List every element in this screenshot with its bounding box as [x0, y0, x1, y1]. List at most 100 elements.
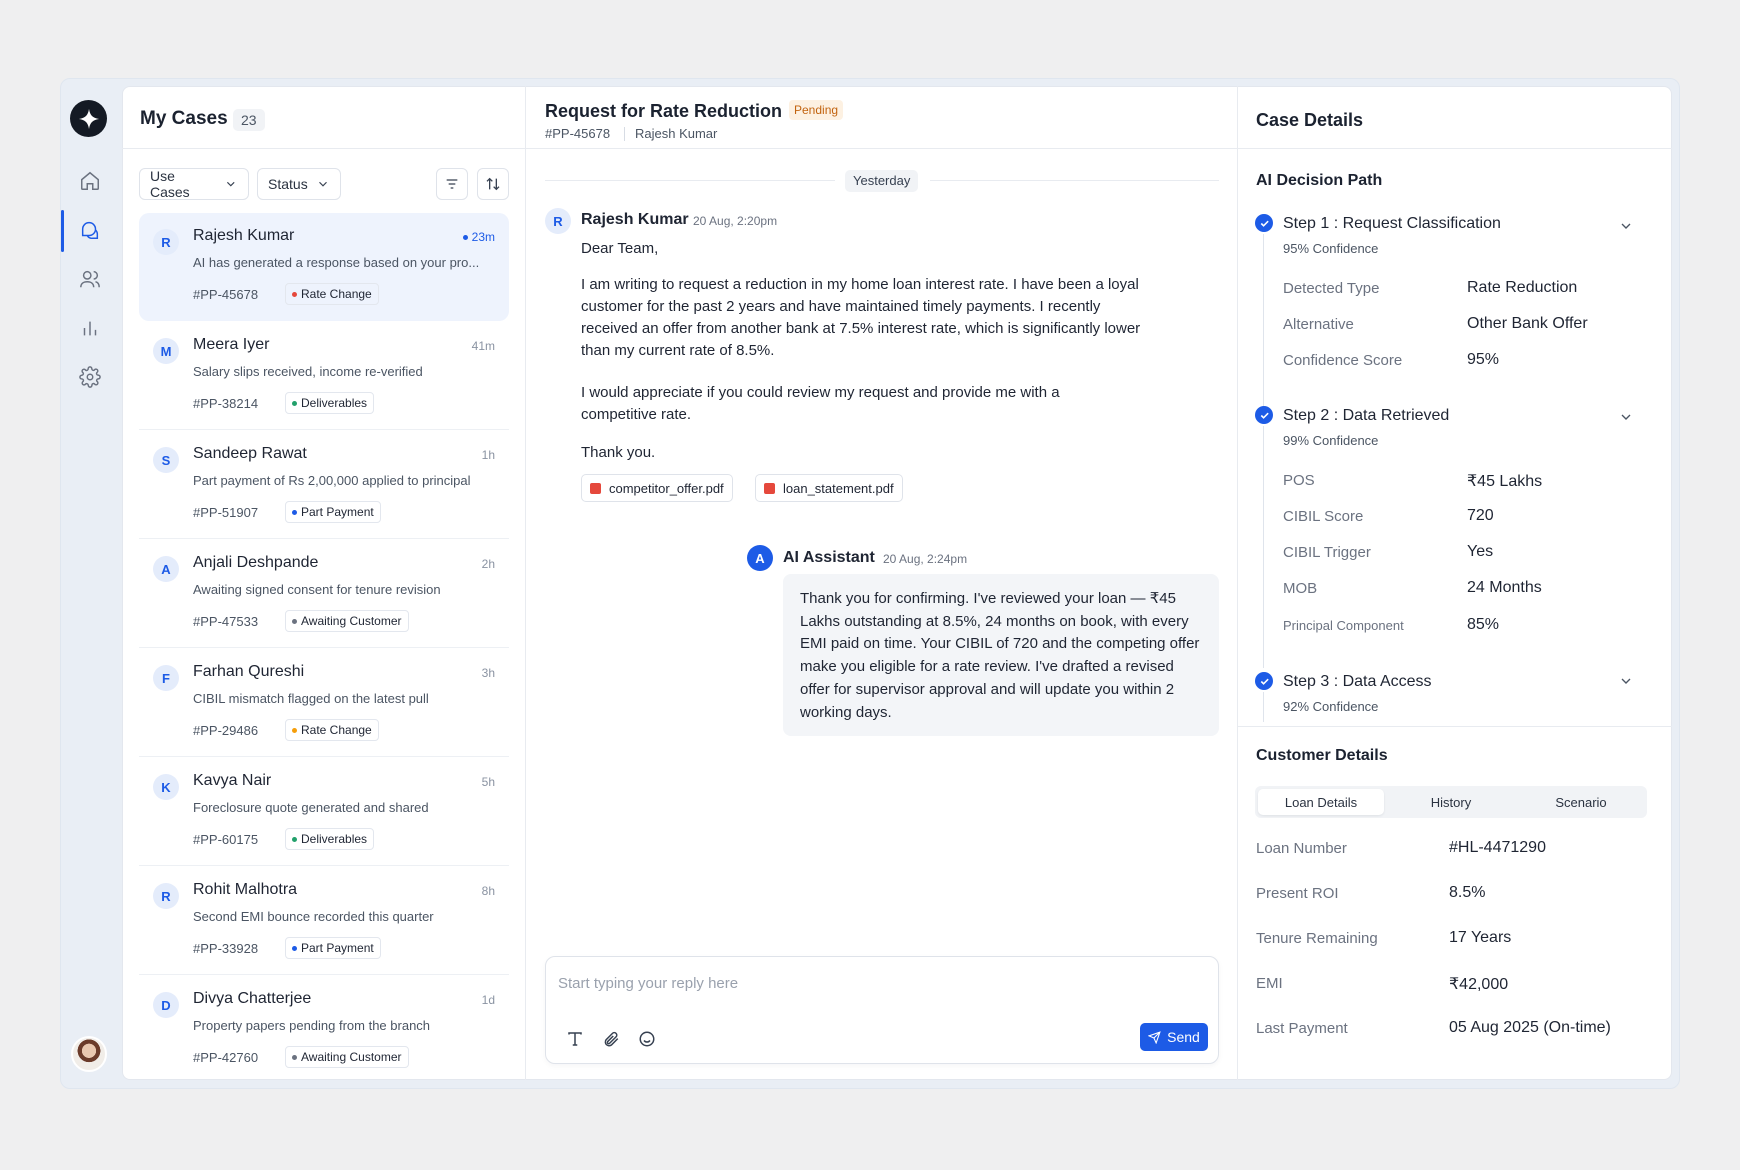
user-avatar[interactable] [71, 1036, 107, 1072]
send-label: Send [1167, 1029, 1200, 1045]
detail-key: Alternative [1283, 316, 1354, 333]
sort-icon [486, 177, 500, 191]
case-tag-label: Part Payment [301, 941, 374, 955]
home-icon [81, 171, 99, 190]
case-description: Second EMI bounce recorded this quarter [193, 909, 434, 924]
step-title[interactable]: Step 1 : Request Classification [1283, 215, 1501, 233]
case-details-title: Case Details [1256, 110, 1364, 130]
case-time: 41m [471, 339, 495, 353]
status-dropdown[interactable]: Status [257, 168, 341, 200]
case-item[interactable]: R Rajesh Kumar 23m AI has generated a re… [139, 213, 509, 321]
case-avatar: R [153, 883, 179, 909]
customer-tabs: Loan Details History Scenario [1255, 786, 1647, 818]
message-sender: AI Assistant [783, 549, 875, 566]
reply-composer: Send [545, 956, 1219, 1064]
case-id: #PP-45678 [193, 287, 259, 302]
check-icon [1260, 678, 1269, 685]
case-description: Awaiting signed consent for tenure revis… [193, 582, 441, 597]
customer-value: 8.5% [1449, 884, 1486, 901]
customer-key: Tenure Remaining [1256, 930, 1378, 947]
chevron-down-icon [227, 181, 236, 187]
use-cases-label: Use Cases [150, 168, 190, 200]
case-item[interactable]: F Farhan Qureshi 3h CIBIL mismatch flagg… [139, 649, 509, 757]
tag-dot [292, 1054, 297, 1060]
reply-input[interactable] [558, 971, 1198, 995]
case-item[interactable]: D Divya Chatterjee 1d Property papers pe… [139, 976, 509, 1076]
case-tag-label: Rate Change [301, 287, 372, 301]
case-id: #PP-60175 [193, 832, 259, 847]
detail-key: Principal Component [1283, 618, 1404, 633]
app-logo[interactable] [70, 100, 107, 137]
case-tag-label: Part Payment [301, 505, 374, 519]
nav-settings[interactable] [70, 357, 110, 397]
case-id: #PP-47533 [193, 614, 259, 629]
tab-scenario[interactable]: Scenario [1518, 789, 1644, 815]
case-name: Kavya Nair [193, 772, 272, 789]
text-format-button[interactable] [563, 1027, 587, 1051]
status-label: Status [268, 176, 308, 192]
paperclip-icon [604, 1031, 619, 1047]
case-name: Meera Iyer [193, 336, 270, 353]
detail-key: MOB [1283, 580, 1318, 597]
case-name: Sandeep Rawat [193, 445, 307, 462]
case-tag: Deliverables [285, 392, 375, 414]
case-tag: Part Payment [285, 937, 381, 959]
nav-users[interactable] [70, 259, 110, 299]
send-icon [1148, 1030, 1161, 1044]
tab-loan-details[interactable]: Loan Details [1258, 789, 1384, 815]
conversation-title: Request for Rate Reduction [545, 101, 783, 121]
tab-history[interactable]: History [1388, 789, 1514, 815]
nav-cases[interactable] [70, 210, 110, 250]
tag-dot [292, 509, 297, 515]
case-tag-label: Awaiting Customer [301, 1050, 402, 1064]
case-tag: Deliverables [285, 828, 375, 850]
step-confidence: 92% Confidence [1283, 699, 1379, 714]
message-text: I am writing to request a reduction in m… [581, 276, 1141, 359]
step-title[interactable]: Step 2 : Data Retrieved [1283, 407, 1449, 425]
attachment-chip[interactable]: competitor_offer.pdf [581, 474, 733, 502]
case-tag: Awaiting Customer [285, 610, 409, 632]
step-toggle[interactable] [1618, 218, 1634, 234]
sort-button[interactable] [477, 168, 509, 200]
emoji-button[interactable] [635, 1027, 659, 1051]
attach-button[interactable] [599, 1027, 623, 1051]
case-avatar: A [153, 556, 179, 582]
case-name: Divya Chatterjee [193, 990, 312, 1007]
detail-key: POS [1283, 472, 1315, 489]
step-confidence: 95% Confidence [1283, 241, 1379, 256]
nav-home[interactable] [70, 161, 110, 201]
attachment-chip[interactable]: loan_statement.pdf [755, 474, 903, 502]
cases-count-badge: 23 [233, 109, 265, 131]
tag-dot [292, 945, 297, 951]
message-time: 20 Aug, 2:24pm [883, 552, 968, 566]
step-connector [1263, 426, 1264, 668]
customer-key: Last Payment [1256, 1020, 1348, 1037]
case-description: Salary slips received, income re-verifie… [193, 364, 423, 379]
nav-analytics[interactable] [70, 308, 110, 348]
pdf-icon [590, 482, 601, 494]
step-toggle[interactable] [1618, 409, 1634, 425]
attachment-name: competitor_offer.pdf [609, 480, 724, 496]
case-tag: Awaiting Customer [285, 1046, 409, 1068]
divider [1238, 148, 1672, 149]
step-toggle[interactable] [1618, 673, 1634, 689]
decision-path-title: AI Decision Path [1256, 172, 1383, 189]
case-time: 5h [481, 775, 495, 789]
case-time: 3h [481, 666, 495, 680]
step-confidence: 99% Confidence [1283, 433, 1379, 448]
column-divider [1237, 86, 1238, 1080]
text-format-icon [568, 1032, 582, 1046]
send-button[interactable]: Send [1140, 1023, 1208, 1051]
case-item[interactable]: K Kavya Nair 5h Foreclosure quote genera… [139, 758, 509, 866]
use-cases-dropdown[interactable]: Use Cases [139, 168, 249, 200]
case-item[interactable]: S Sandeep Rawat 1h Part payment of Rs 2,… [139, 431, 509, 539]
step-check-icon [1255, 406, 1273, 424]
step-title[interactable]: Step 3 : Data Access [1283, 673, 1432, 691]
case-item[interactable]: R Rohit Malhotra 8h Second EMI bounce re… [139, 867, 509, 975]
filter-button[interactable] [436, 168, 468, 200]
attachment-name: loan_statement.pdf [783, 480, 894, 496]
pdf-icon [764, 482, 775, 494]
case-time: 8h [481, 884, 495, 898]
case-item[interactable]: A Anjali Deshpande 2h Awaiting signed co… [139, 540, 509, 648]
case-item[interactable]: M Meera Iyer 41m Salary slips received, … [139, 322, 509, 430]
